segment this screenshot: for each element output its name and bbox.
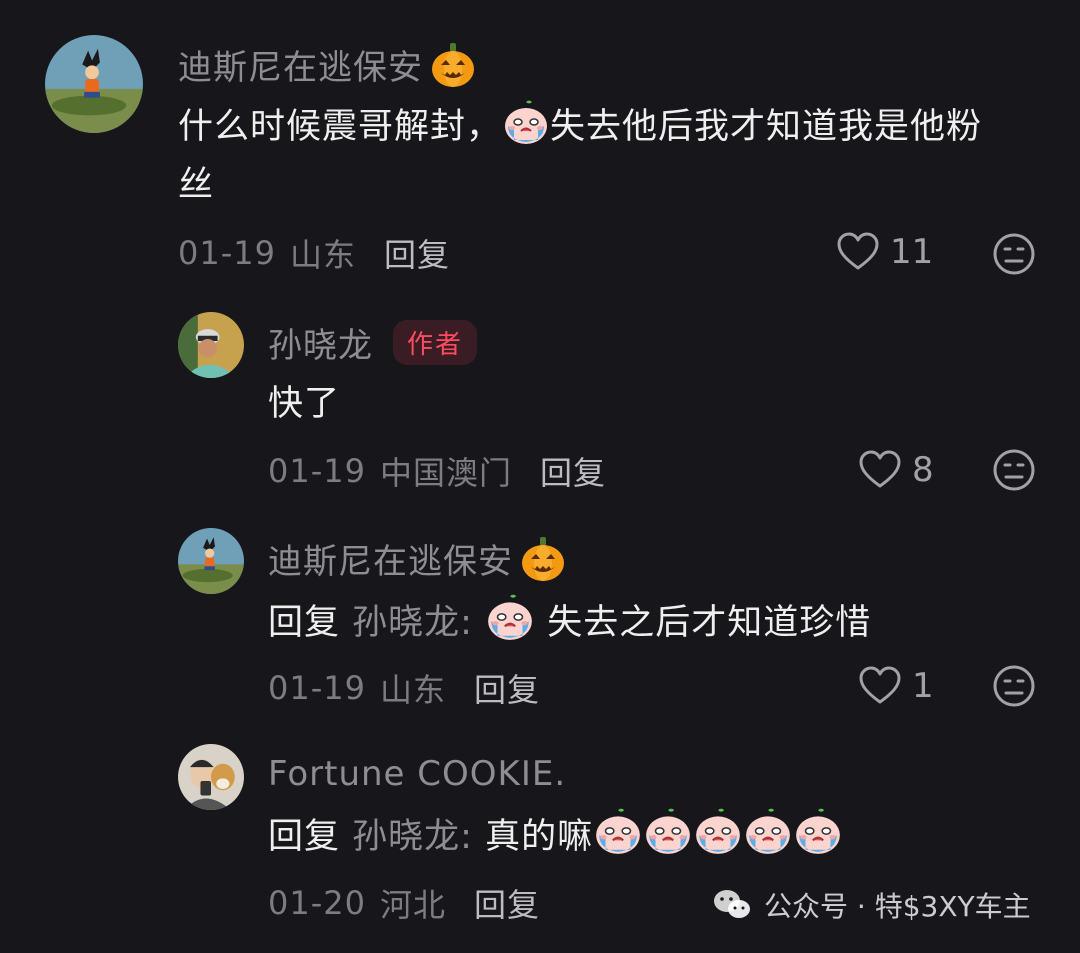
comment-meta: 01-19 山东 回复 [178, 230, 450, 276]
author-name[interactable]: 孙晓龙 作者 [268, 318, 478, 367]
comment-location: 河北 [379, 886, 446, 924]
reply-mention[interactable]: 孙晓龙: [352, 817, 473, 857]
avatar[interactable] [178, 528, 244, 594]
comment-meta: 01-19 山东 回复 [268, 665, 540, 711]
like-button[interactable]: 8 [858, 450, 934, 490]
neutral-face-icon[interactable] [992, 232, 1036, 276]
heart-outline-icon [858, 450, 902, 490]
author-name[interactable]: Fortune COOKIE. [268, 754, 566, 794]
comment-meta: 01-19 中国澳门 回复 [268, 448, 606, 494]
reply-button[interactable]: 回复 [474, 665, 540, 711]
avatar[interactable] [45, 35, 143, 133]
comment-date: 01-19 [178, 234, 276, 272]
comment-text: 什么时候震哥解封， 失去他后我才知道我是他粉 丝 [178, 98, 1048, 214]
avatar[interactable] [178, 744, 244, 810]
comment-text-body: 失去之后才知道珍惜 [547, 603, 872, 643]
comment-meta: 01-20 河北 回复 [268, 880, 540, 926]
neutral-face-icon[interactable] [992, 664, 1036, 708]
pumpkin-icon [429, 41, 477, 89]
crying-face-icon [743, 806, 793, 856]
comment-date: 01-19 [268, 669, 366, 707]
watermark: 公众号 · 特$3XY车主 [712, 885, 1031, 925]
reply-button[interactable]: 回复 [540, 448, 606, 494]
crying-face-icon [485, 592, 535, 642]
reply-mention[interactable]: 孙晓龙: [352, 603, 473, 643]
like-button[interactable]: 11 [836, 232, 933, 272]
comment-location: 中国澳门 [379, 454, 512, 492]
reply-button[interactable]: 回复 [474, 880, 540, 926]
comment-text: 快了 [268, 375, 340, 433]
like-count: 1 [912, 666, 934, 706]
crying-face-icon [502, 98, 550, 146]
crying-face-icon [793, 806, 843, 856]
reply-button[interactable]: 回复 [384, 230, 450, 276]
author-badge: 作者 [393, 320, 478, 365]
comment-text: 回复 孙晓龙: 真的嘛 [268, 806, 843, 866]
comment-text-part1: 什么时候震哥解封， [178, 107, 503, 147]
neutral-face-icon[interactable] [992, 448, 1036, 492]
comment-text: 回复 孙晓龙: 失去之后才知道珍惜 [268, 592, 871, 652]
crying-face-icon [643, 806, 693, 856]
author-name-text: 迪斯尼在逃保安 [178, 48, 423, 88]
author-name[interactable]: 迪斯尼在逃保安 [178, 40, 477, 89]
comment-text-body: 真的嘛 [485, 817, 594, 857]
comment-date: 01-19 [268, 452, 366, 490]
reply-prefix: 回复 [268, 817, 341, 857]
reply-prefix: 回复 [268, 603, 341, 643]
crying-face-icon [693, 806, 743, 856]
crying-face-icon [593, 806, 643, 856]
like-button[interactable]: 1 [858, 666, 934, 706]
author-name[interactable]: 迪斯尼在逃保安 [268, 534, 567, 583]
author-name-text: Fortune COOKIE. [268, 754, 567, 794]
like-count: 8 [912, 450, 934, 490]
comment-text-body: 快了 [268, 384, 341, 424]
comment-location: 山东 [379, 671, 446, 709]
heart-outline-icon [858, 666, 902, 706]
author-name-text: 孙晓龙 [268, 326, 373, 366]
watermark-text: 公众号 · 特$3XY车主 [764, 890, 1031, 923]
author-name-text: 迪斯尼在逃保安 [268, 542, 513, 582]
comment-location: 山东 [289, 236, 356, 274]
wechat-icon [714, 890, 750, 918]
pumpkin-icon [519, 535, 567, 583]
comment-text-part2: 失去他后我才知道我是他粉 [550, 107, 983, 147]
comment-date: 01-20 [268, 884, 366, 922]
comment-text-part3: 丝 [178, 165, 215, 205]
like-count: 11 [890, 232, 934, 272]
avatar[interactable] [178, 312, 244, 378]
heart-outline-icon [836, 232, 880, 272]
